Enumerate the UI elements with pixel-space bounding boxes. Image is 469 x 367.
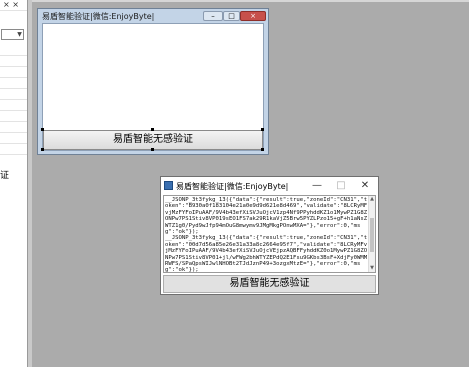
minimize-button[interactable]: –: [203, 11, 223, 21]
property-row[interactable]: [0, 100, 27, 111]
panel-splitter[interactable]: [28, 0, 32, 367]
running-app-window[interactable]: 易盾智能验证|微信:EnjoyByte| — □ ✕ __JSONP_3t3fy…: [160, 176, 379, 295]
panel-pin-icon[interactable]: × ×: [3, 0, 19, 9]
minimize-button[interactable]: —: [306, 179, 328, 192]
close-button[interactable]: ✕: [354, 179, 376, 192]
verify-button[interactable]: 易盾智能无感验证: [163, 275, 376, 293]
property-row[interactable]: [0, 78, 27, 89]
resize-handle[interactable]: [41, 128, 44, 131]
property-object-combo[interactable]: ▼: [1, 29, 24, 40]
ide-property-panel: × × ▼ 证: [0, 0, 28, 367]
resize-handle[interactable]: [261, 148, 264, 151]
property-row[interactable]: [0, 45, 27, 56]
result-log-textbox[interactable]: __JSONP_3t3fykg_13({"data":{"result":tru…: [163, 195, 376, 273]
property-row[interactable]: [0, 67, 27, 78]
designer-form-title: 易盾智能验证|微信:EnjoyByte|: [42, 12, 155, 21]
close-button[interactable]: ×: [240, 11, 266, 21]
designer-form[interactable]: 易盾智能验证|微信:EnjoyByte| – □ × 易盾智能无感验证: [37, 8, 269, 155]
property-row[interactable]: [0, 111, 27, 122]
result-log-text: __JSONP_3t3fykg_13({"data":{"result":tru…: [165, 197, 368, 273]
property-row[interactable]: [0, 133, 27, 144]
app-icon: [164, 181, 173, 190]
property-row[interactable]: [0, 56, 27, 67]
vertical-scrollbar[interactable]: ▲ ▼: [368, 196, 375, 272]
property-row[interactable]: [0, 122, 27, 133]
resize-handle[interactable]: [41, 148, 44, 151]
maximize-button[interactable]: □: [330, 179, 352, 192]
designer-form-client-area[interactable]: 易盾智能无感验证: [41, 23, 264, 151]
property-label-fragment: 证: [0, 171, 10, 181]
maximize-button[interactable]: □: [223, 11, 240, 21]
resize-handle[interactable]: [261, 128, 264, 131]
ide-top-strip: [0, 0, 469, 2]
window-title: 易盾智能验证|微信:EnjoyByte|: [176, 182, 289, 191]
scroll-up-icon[interactable]: ▲: [369, 196, 375, 203]
window-titlebar[interactable]: 易盾智能验证|微信:EnjoyByte| — □ ✕: [161, 177, 378, 194]
scrollbar-thumb[interactable]: [370, 218, 374, 252]
property-row[interactable]: [0, 144, 27, 155]
chevron-down-icon: ▼: [17, 31, 22, 38]
property-row[interactable]: [0, 89, 27, 100]
resize-handle[interactable]: [151, 148, 154, 151]
designer-verify-button[interactable]: 易盾智能无感验证: [43, 130, 263, 150]
resize-handle[interactable]: [151, 128, 154, 131]
scroll-down-icon[interactable]: ▼: [369, 265, 375, 272]
